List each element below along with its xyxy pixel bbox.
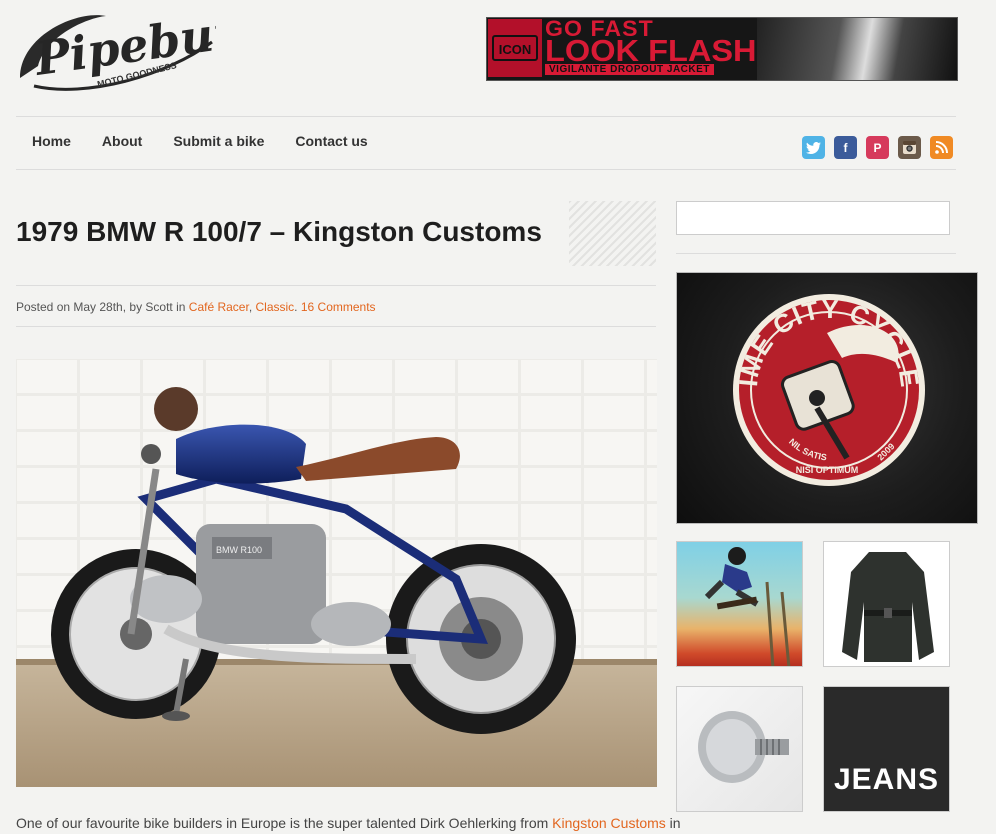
body-text-prefix: One of our favourite bike builders in Eu… — [16, 815, 549, 831]
nav-item-contact-us[interactable]: Contact us — [295, 133, 367, 149]
nav-divider-top — [16, 116, 956, 117]
sidebar-ad-dime-city-cycles[interactable]: DIME CITY CYCLES NIL SATIS NISI OPTIMUM … — [676, 272, 978, 524]
instagram-icon[interactable] — [898, 136, 921, 159]
site-logo[interactable]: Pipeburn MOTO GOODNESS — [16, 0, 274, 98]
sidebar-thumb-jeans[interactable]: JEANS — [823, 686, 950, 812]
nav-item-home[interactable]: Home — [32, 133, 71, 149]
social-icons: f P — [802, 136, 962, 159]
pinterest-icon[interactable]: P — [866, 136, 889, 159]
meta-separator: , — [248, 300, 253, 314]
nav-item-about[interactable]: About — [102, 133, 142, 149]
post-body-text: One of our favourite bike builders in Eu… — [16, 815, 681, 831]
jeans-label: JEANS — [833, 763, 940, 796]
search-input[interactable] — [676, 201, 950, 235]
banner-photo — [757, 18, 957, 80]
rss-icon[interactable] — [930, 136, 953, 159]
comments-link[interactable]: 16 Comments — [301, 300, 376, 314]
meta-divider-bottom — [16, 326, 656, 327]
nav-item-submit-a-bike[interactable]: Submit a bike — [173, 133, 264, 149]
meta-divider-top — [16, 285, 656, 286]
sidebar-divider — [676, 253, 956, 254]
icon-brand-badge: ICON — [488, 19, 542, 77]
meta-prefix: Posted on May 28th, by Scott in — [16, 300, 186, 314]
header-banner-ad[interactable]: ICON GO FAST LOOK FLASH VIGILANTE DROPOU… — [486, 17, 958, 81]
title-decoration — [569, 201, 656, 266]
sidebar-thumb-part[interactable] — [676, 686, 803, 812]
nav-divider-bottom — [16, 169, 956, 170]
category-link-classic[interactable]: Classic — [256, 300, 295, 314]
kingston-customs-link[interactable]: Kingston Customs — [552, 815, 666, 831]
post-hero-image[interactable]: BMW R100 — [16, 359, 657, 787]
post-meta: Posted on May 28th, by Scott in Café Rac… — [16, 300, 376, 314]
sidebar-thumb-jacket[interactable] — [823, 541, 950, 667]
banner-line-3: VIGILANTE DROPOUT JACKET — [545, 64, 714, 75]
twitter-icon[interactable] — [802, 136, 825, 159]
body-text-suffix: in — [669, 815, 681, 831]
hero-engine-plate: BMW R100 — [216, 545, 262, 555]
category-link-cafe-racer[interactable]: Café Racer — [189, 300, 249, 314]
main-nav: Home About Submit a bike Contact us — [32, 133, 399, 149]
sidebar-thumb-skate[interactable] — [676, 541, 803, 667]
post-title[interactable]: 1979 BMW R 100/7 – Kingston Customs — [16, 216, 542, 248]
ad-motto-2: NISI OPTIMUM — [796, 465, 859, 475]
facebook-icon[interactable]: f — [834, 136, 857, 159]
meta-dot: . — [294, 300, 298, 314]
